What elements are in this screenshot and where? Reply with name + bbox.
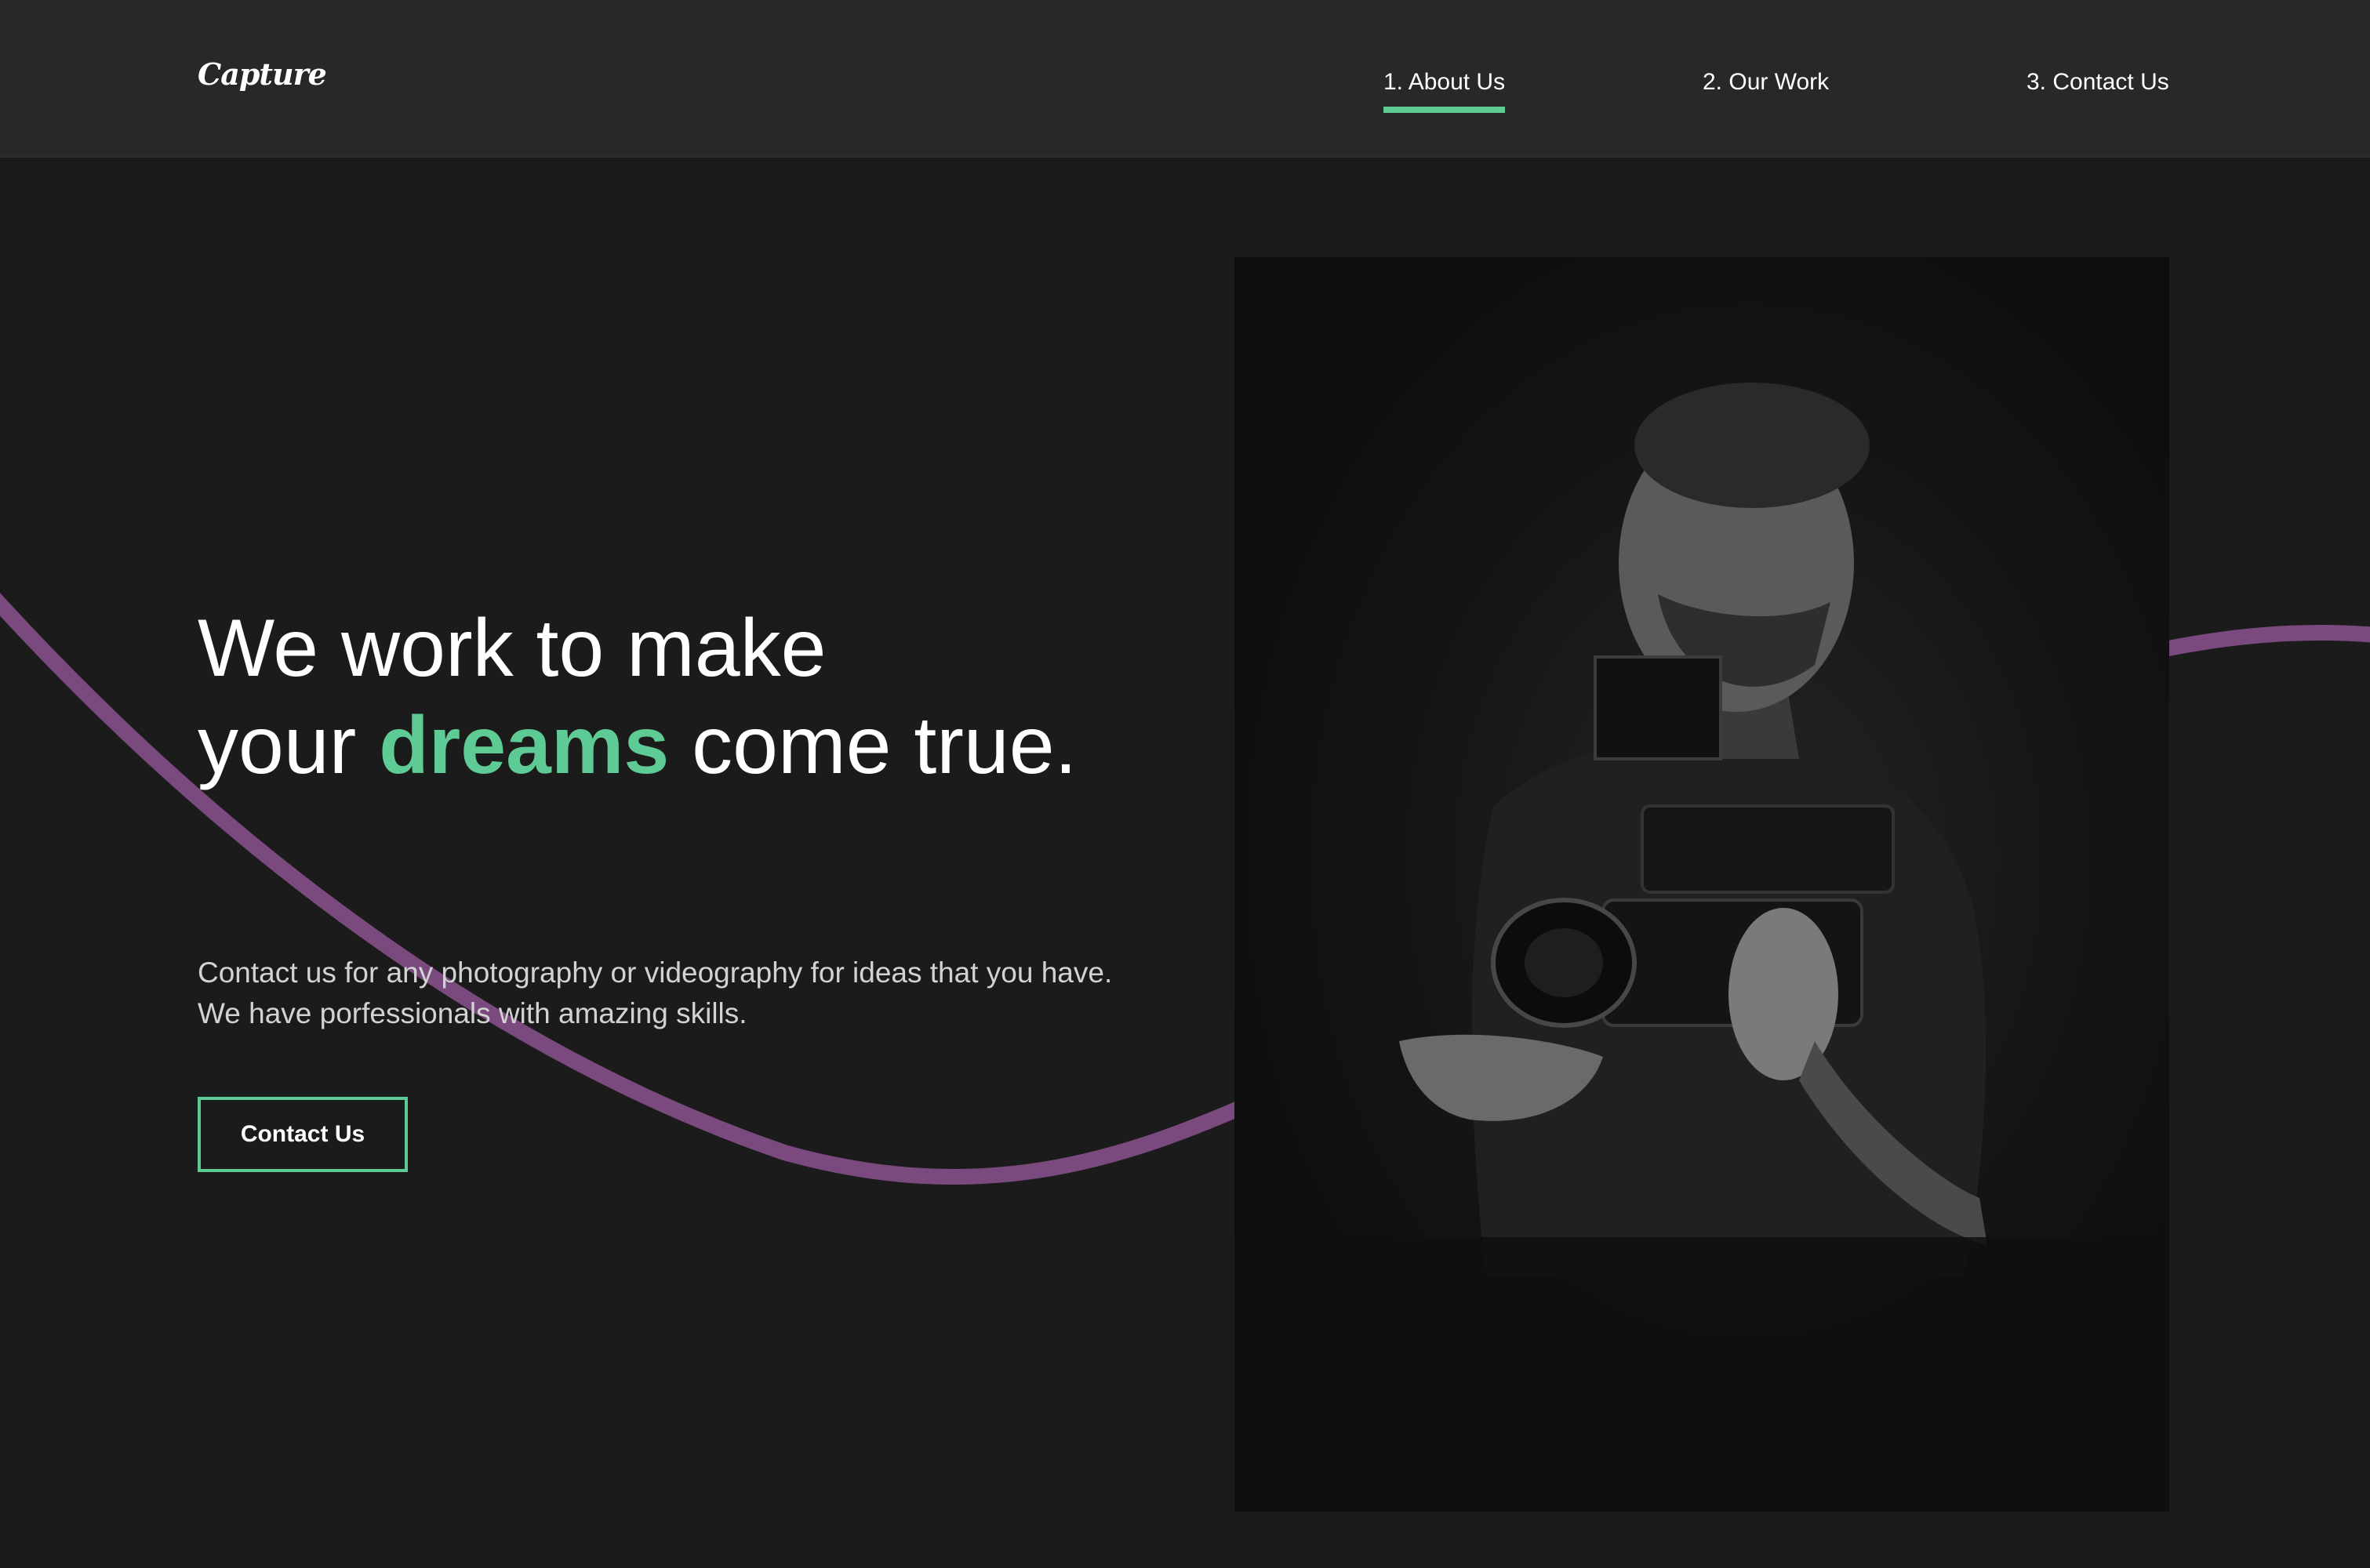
hero-title: We work to make your dreams come true. (198, 600, 1100, 794)
hero-title-line1: We work to make (198, 603, 827, 694)
videographer-silhouette (1234, 383, 2169, 1512)
hero-title-your: your (198, 700, 380, 791)
hero-title-rest: come true. (669, 700, 1078, 791)
videographer-photo (1234, 257, 2169, 1512)
contact-us-button[interactable]: Contact Us (198, 1097, 408, 1172)
page: Capture 1. About Us 2. Our Work 3. Conta… (0, 0, 2370, 1568)
hero-title-accent: dreams (379, 700, 670, 791)
hero-description: Contact us for any photography or videog… (198, 956, 1113, 1029)
